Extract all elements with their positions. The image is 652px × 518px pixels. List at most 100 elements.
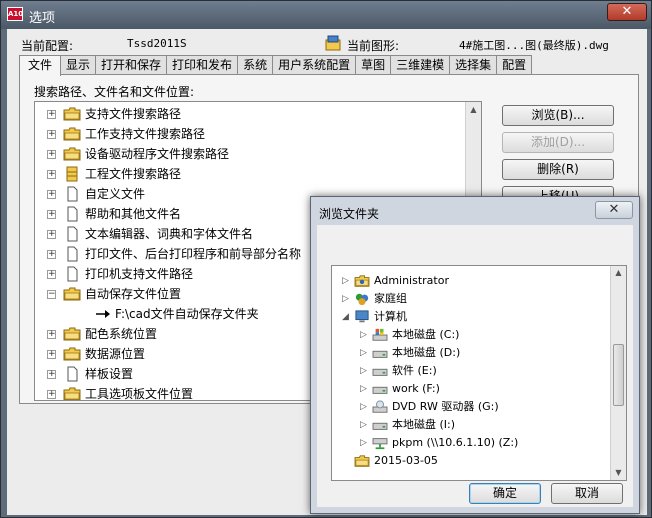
close-button[interactable]: ✕ — [607, 3, 647, 21]
expand-arrow-icon[interactable]: ▷ — [360, 344, 367, 362]
tree-item[interactable]: + 工程文件搜索路径 — [35, 164, 465, 184]
expand-arrow-icon[interactable]: ▷ — [360, 326, 367, 344]
tree-item-label: 工程文件搜索路径 — [85, 167, 182, 181]
user-folder-icon — [354, 274, 370, 288]
folder-tree-item-label: Administrator — [374, 274, 449, 287]
expand-arrow-icon[interactable]: ▷ — [360, 380, 367, 398]
add-button[interactable]: 添加(D)... — [502, 132, 614, 153]
drive-icon — [372, 346, 388, 360]
folder-icon — [63, 126, 81, 142]
scroll-up-icon[interactable]: ▲ — [466, 102, 481, 118]
folder-icon — [63, 106, 81, 122]
remove-button[interactable]: 删除(R) — [502, 159, 614, 180]
folder-tree-item-label: pkpm (\\10.6.1.10) (Z:) — [392, 436, 519, 449]
autocad-app-icon: A10 — [7, 7, 23, 21]
expand-icon[interactable]: + — [47, 190, 56, 199]
tree-item-label: 打印机支持文件路径 — [85, 267, 194, 281]
tree-item-label: 支持文件搜索路径 — [85, 107, 182, 121]
expand-icon[interactable]: + — [47, 210, 56, 219]
network-drive-icon — [372, 436, 388, 450]
tree-item-label: 自定义文件 — [85, 187, 146, 201]
scroll-thumb[interactable] — [613, 344, 624, 406]
expand-icon[interactable]: + — [47, 130, 56, 139]
browse-button[interactable]: 浏览(B)... — [502, 105, 614, 126]
tab-profiles[interactable]: 配置 — [496, 55, 533, 75]
tab-drafting[interactable]: 草图 — [355, 55, 392, 75]
folder-icon — [63, 146, 81, 162]
tab-files[interactable]: 文件 — [19, 55, 62, 76]
current-drawing-label: 当前图形: — [347, 39, 400, 53]
expand-icon[interactable]: + — [47, 110, 56, 119]
current-drawing-value: 4#施工图...图(最终版).dwg — [459, 39, 609, 52]
homegroup-icon — [354, 292, 370, 306]
expand-icon[interactable]: + — [47, 250, 56, 259]
browse-dialog-close-button[interactable]: ✕ — [595, 201, 633, 219]
folder-tree-item-label: 家庭组 — [374, 292, 407, 305]
expand-arrow-icon[interactable]: ▷ — [342, 290, 349, 308]
folder-tree-item-label: 本地磁盘 (C:) — [392, 328, 460, 341]
system-drive-icon — [372, 328, 388, 342]
expand-arrow-icon[interactable]: ▷ — [360, 362, 367, 380]
expand-icon[interactable]: + — [47, 230, 56, 239]
current-config-label: 当前配置: — [21, 39, 74, 53]
folder-icon — [63, 326, 81, 342]
tree-item[interactable]: + 设备驱动程序文件搜索路径 — [35, 144, 465, 164]
tree-item-label: 自动保存文件位置 — [85, 287, 182, 301]
browse-dialog-title: 浏览文件夹 — [319, 207, 380, 221]
folder-tree[interactable]: 2015-03-05 ▷ pkpm (\\10.6.1.10) (Z:) ▷ 本地磁盘 … — [331, 265, 627, 481]
tab-3d-modeling[interactable]: 三维建模 — [390, 55, 451, 75]
scroll-up-icon[interactable]: ▲ — [611, 266, 626, 280]
folder-tree-item-label: 本地磁盘 (D:) — [392, 346, 461, 359]
tab-plot-publish[interactable]: 打印和发布 — [166, 55, 239, 75]
tree-item-label: 数据源位置 — [85, 347, 146, 361]
dvd-drive-icon — [372, 400, 388, 414]
expand-icon[interactable]: + — [47, 390, 56, 399]
tree-item-label: 打印文件、后台打印程序和前导部分名称 — [85, 247, 302, 261]
collapse-icon[interactable]: − — [47, 290, 56, 299]
search-paths-label: 搜索路径、文件名和文件位置: — [34, 85, 195, 99]
tab-system[interactable]: 系统 — [237, 55, 274, 75]
browse-folder-dialog: 浏览文件夹 ✕ 2015-03-05 ▷ pkpm (\\10.6.1.10) (Z… — [310, 196, 640, 514]
tab-user-preferences[interactable]: 用户系统配置 — [272, 55, 357, 75]
cabinet-icon — [63, 166, 81, 182]
collapse-arrow-icon[interactable]: ◢ — [342, 308, 349, 326]
scroll-down-icon[interactable]: ▼ — [611, 466, 626, 480]
expand-icon[interactable]: + — [47, 150, 56, 159]
folder-tree-item-label: 软件 (E:) — [392, 364, 437, 377]
expand-arrow-icon[interactable]: ▷ — [342, 272, 349, 290]
expand-icon[interactable]: + — [47, 330, 56, 339]
current-config-value: Tssd2011S — [127, 37, 187, 50]
options-tabs: 文件 显示 打开和保存 打印和发布 系统 用户系统配置 草图 三维建模 选择集 … — [19, 55, 533, 76]
tree-item-label: 工作支持文件搜索路径 — [85, 127, 206, 141]
drawing-icon — [325, 35, 341, 51]
expand-arrow-icon[interactable]: ▷ — [360, 434, 367, 452]
file-icon — [63, 206, 81, 222]
tree-item-label: 文本编辑器、词典和字体文件名 — [85, 227, 254, 241]
ok-button[interactable]: 确定 — [469, 483, 541, 504]
expand-icon[interactable]: + — [47, 370, 56, 379]
expand-icon[interactable]: + — [47, 270, 56, 279]
expand-arrow-icon[interactable]: ▷ — [360, 416, 367, 434]
file-icon — [63, 186, 81, 202]
cancel-button[interactable]: 取消 — [551, 483, 623, 504]
expand-arrow-icon[interactable]: ▷ — [360, 398, 367, 416]
tree-item[interactable]: + 工作支持文件搜索路径 — [35, 124, 465, 144]
title-bar[interactable]: A10 选项 ✕ — [1, 1, 651, 29]
folder-icon — [354, 454, 370, 468]
drive-icon — [372, 364, 388, 378]
expand-icon[interactable]: + — [47, 350, 56, 359]
folder-tree-scrollbar[interactable]: ▲ ▼ — [610, 266, 626, 480]
expand-icon[interactable]: + — [47, 170, 56, 179]
folder-tree-item-label: 计算机 — [374, 310, 407, 323]
tree-item[interactable]: + 支持文件搜索路径 — [35, 104, 465, 124]
tab-display[interactable]: 显示 — [60, 55, 97, 75]
tree-item-label: 配色系统位置 — [85, 327, 158, 341]
tree-item-label: 样板设置 — [85, 367, 134, 381]
tab-selection[interactable]: 选择集 — [449, 55, 498, 75]
computer-icon — [354, 310, 370, 324]
tab-open-save[interactable]: 打开和保存 — [95, 55, 168, 75]
folder-icon — [63, 386, 81, 400]
file-icon — [63, 266, 81, 282]
browse-dialog-body: 2015-03-05 ▷ pkpm (\\10.6.1.10) (Z:) ▷ 本地磁盘 … — [317, 225, 633, 507]
tree-item-label: 帮助和其他文件名 — [85, 207, 182, 221]
